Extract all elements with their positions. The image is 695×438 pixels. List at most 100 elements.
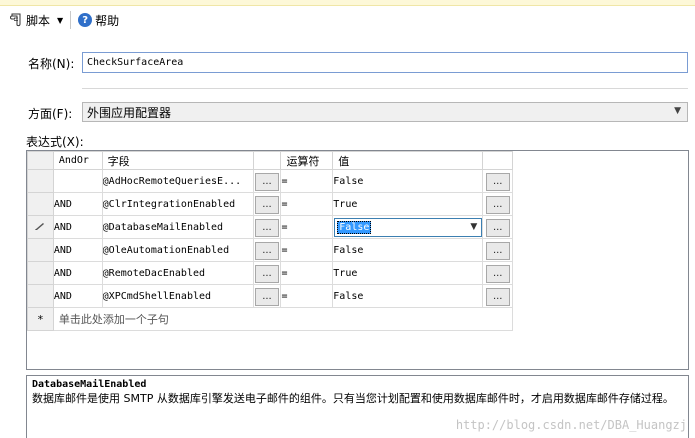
field-ellipsis-button[interactable]: ... — [254, 241, 279, 260]
empty-cell — [513, 170, 688, 193]
field-ellipsis-cell: ... — [252, 261, 282, 285]
field-cell[interactable]: @ClrIntegrationEnabled — [101, 192, 254, 216]
value-ellipsis-cell: ... — [482, 238, 514, 262]
operator-cell[interactable]: = — [280, 215, 334, 239]
new-clause-row[interactable]: * 单击此处添加一个子句 — [27, 307, 688, 331]
column-header-operator[interactable]: 运算符 — [280, 151, 334, 170]
expression-label: 表达式(X): — [26, 135, 84, 149]
pencil-icon — [35, 222, 45, 230]
operator-cell[interactable]: = — [280, 192, 334, 216]
field-ellipsis-cell: ... — [252, 192, 282, 216]
name-label: 名称(N): — [28, 57, 75, 71]
field-ellipsis-cell: ... — [252, 284, 282, 308]
value-cell[interactable]: False — [332, 284, 484, 308]
row-selector-header — [27, 151, 54, 170]
field-cell[interactable]: @XPCmdShellEnabled — [101, 284, 254, 308]
andor-cell[interactable]: AND — [52, 284, 103, 308]
empty-cell — [513, 193, 688, 216]
field-cell[interactable]: @DatabaseMailEnabled — [101, 215, 254, 239]
row-selector[interactable] — [27, 261, 54, 285]
field-cell[interactable]: @RemoteDacEnabled — [101, 261, 254, 285]
operator-cell[interactable]: = — [280, 261, 334, 285]
add-clause-text: 单击此处添加一个子句 — [58, 313, 169, 326]
field-cell[interactable]: @AdHocRemoteQueriesE... — [101, 169, 254, 193]
value-ellipsis-button[interactable]: ... — [485, 195, 510, 214]
operator-cell[interactable]: = — [280, 284, 334, 308]
script-button[interactable]: 脚本 ▼ — [6, 9, 66, 31]
add-clause-cell[interactable]: 单击此处添加一个子句 — [52, 307, 514, 331]
description-title: DatabaseMailEnabled — [32, 379, 147, 390]
operator-cell[interactable]: = — [280, 169, 334, 193]
description-body: 数据库邮件是使用 SMTP 从数据库引擎发送电子邮件的组件。只有当您计划配置和使… — [32, 392, 674, 405]
row-selector[interactable] — [27, 169, 54, 193]
row-selector[interactable] — [27, 284, 54, 308]
empty-cell — [513, 262, 688, 285]
name-input[interactable] — [82, 52, 688, 73]
help-button[interactable]: ? 帮助 — [75, 9, 122, 31]
field-ellipsis-button[interactable]: ... — [254, 172, 279, 191]
facet-label: 方面(F): — [28, 107, 73, 121]
table-header-row: AndOr 字段 运算符 值 — [27, 151, 688, 170]
andor-cell[interactable]: AND — [52, 238, 103, 262]
value-ellipsis-button[interactable]: ... — [485, 264, 510, 283]
value-ellipsis-cell: ... — [482, 169, 514, 193]
column-header-andor[interactable]: AndOr — [52, 151, 103, 170]
row-selector[interactable] — [27, 215, 54, 239]
operator-cell[interactable]: = — [280, 238, 334, 262]
field-ellipsis-cell: ... — [252, 169, 282, 193]
field-ellipsis-button[interactable]: ... — [254, 195, 279, 214]
column-header-value-button — [482, 151, 514, 170]
table-row[interactable]: AND @RemoteDacEnabled ... = True ... — [27, 261, 688, 285]
field-ellipsis-button[interactable]: ... — [254, 264, 279, 283]
chevron-down-icon[interactable]: ▼ — [57, 16, 63, 25]
value-ellipsis-button[interactable]: ... — [485, 218, 510, 237]
value-ellipsis-cell: ... — [482, 261, 514, 285]
script-label: 脚本 — [26, 13, 51, 28]
andor-cell[interactable]: AND — [52, 192, 103, 216]
value-selected-text: False — [337, 220, 372, 234]
value-ellipsis-cell: ... — [482, 284, 514, 308]
value-cell[interactable]: False — [332, 169, 484, 193]
chevron-down-icon[interactable]: ▼ — [470, 222, 477, 232]
table-row[interactable]: AND @ClrIntegrationEnabled ... = True ..… — [27, 192, 688, 216]
value-cell[interactable]: True — [332, 192, 484, 216]
facet-select[interactable]: 外围应用配置器 ▼ — [82, 102, 688, 122]
toolbar-separator — [70, 11, 72, 29]
field-ellipsis-button[interactable]: ... — [254, 218, 279, 237]
value-ellipsis-button[interactable]: ... — [485, 287, 510, 306]
row-selector[interactable] — [27, 238, 54, 262]
field-ellipsis-cell: ... — [252, 238, 282, 262]
table-row[interactable]: AND @XPCmdShellEnabled ... = False ... — [27, 284, 688, 308]
value-cell[interactable]: False — [332, 238, 484, 262]
value-cell: False ▼ — [332, 215, 484, 239]
table-row[interactable]: @AdHocRemoteQueriesE... ... = False ... — [27, 169, 688, 193]
empty-header — [512, 151, 688, 170]
value-ellipsis-cell: ... — [482, 215, 514, 239]
column-header-field[interactable]: 字段 — [101, 151, 254, 170]
value-cell[interactable]: True — [332, 261, 484, 285]
expression-table: AndOr 字段 运算符 值 @AdHocRemoteQueriesE... .… — [27, 151, 688, 331]
row-selector[interactable] — [27, 192, 54, 216]
table-row[interactable]: AND @OleAutomationEnabled ... = False ..… — [27, 238, 688, 262]
chevron-down-icon: ▼ — [674, 106, 681, 116]
andor-cell[interactable] — [52, 169, 103, 193]
andor-cell[interactable]: AND — [52, 215, 103, 239]
facet-value: 外围应用配置器 — [87, 105, 172, 120]
expression-grid: AndOr 字段 运算符 值 @AdHocRemoteQueriesE... .… — [26, 150, 689, 370]
empty-cell — [513, 285, 688, 308]
divider — [82, 88, 688, 89]
value-dropdown[interactable]: False ▼ — [334, 217, 482, 237]
value-ellipsis-button[interactable]: ... — [485, 172, 510, 191]
new-row-marker: * — [27, 307, 54, 331]
column-header-value[interactable]: 值 — [332, 151, 484, 170]
field-ellipsis-cell: ... — [252, 215, 282, 239]
toolbar: 脚本 ▼ ? 帮助 — [0, 6, 695, 34]
andor-cell[interactable]: AND — [52, 261, 103, 285]
value-ellipsis-cell: ... — [482, 192, 514, 216]
table-row-editing[interactable]: AND @DatabaseMailEnabled ... = False ▼ .… — [27, 215, 688, 239]
value-ellipsis-button[interactable]: ... — [485, 241, 510, 260]
field-ellipsis-button[interactable]: ... — [254, 287, 279, 306]
help-icon: ? — [78, 13, 93, 27]
field-cell[interactable]: @OleAutomationEnabled — [101, 238, 254, 262]
empty-cell — [513, 239, 688, 262]
